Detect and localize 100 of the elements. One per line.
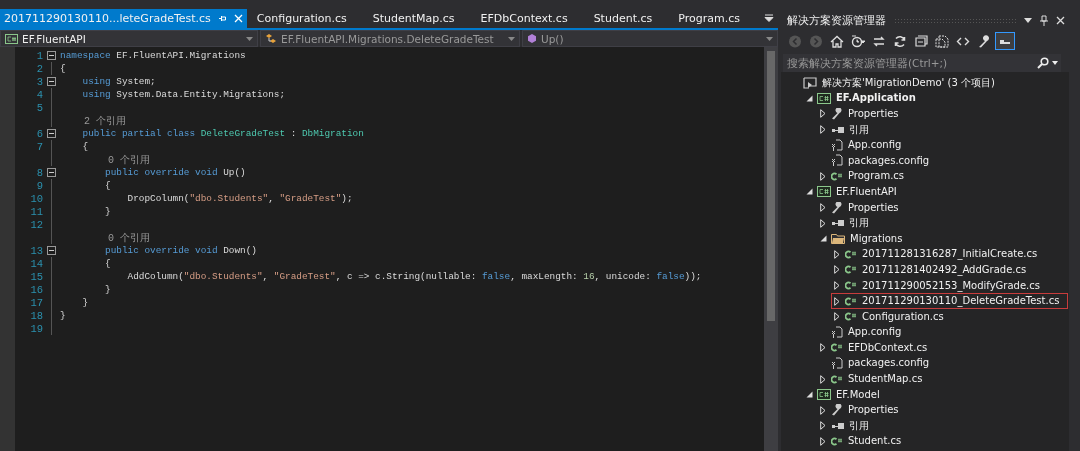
reference-count[interactable]: 0 个引用	[60, 152, 150, 167]
tree-item[interactable]: Configuration.cs	[831, 308, 1068, 325]
tree-item[interactable]: EF.FluentAPI	[803, 184, 1068, 200]
tree-item[interactable]: packages.config	[817, 152, 1068, 169]
close-icon[interactable]	[1056, 15, 1065, 25]
caret-icon	[766, 36, 773, 41]
reference-count[interactable]: 2 个引用	[60, 113, 126, 128]
type-dropdown[interactable]: EF.FluentAPI.Migrations.DeleteGradeTest	[260, 30, 520, 47]
collapse-icon[interactable]	[47, 246, 56, 255]
collapsed-arrow-icon[interactable]	[820, 171, 826, 181]
tree-item[interactable]: Properties	[817, 402, 1068, 419]
tree-item[interactable]: 201711290052153_ModifyGrade.cs	[831, 277, 1068, 294]
pin-icon[interactable]	[1040, 14, 1048, 26]
line-number: 11	[29, 205, 43, 218]
csharp-file-icon	[831, 343, 843, 353]
showall-button[interactable]	[932, 32, 952, 50]
search-field[interactable]: 搜索解决方案资源管理器(Ctrl+;)	[783, 54, 1061, 72]
tree-item[interactable]: packages.config	[817, 355, 1068, 372]
wrench-icon	[831, 201, 843, 214]
line-number: 9	[35, 179, 43, 192]
expanded-arrow-icon[interactable]	[805, 94, 813, 102]
collapsed-arrow-icon[interactable]	[820, 436, 826, 446]
collapsed-arrow-icon[interactable]	[834, 265, 840, 275]
tree-item[interactable]: App.config	[817, 324, 1068, 341]
code-line: }	[104, 284, 111, 295]
file-tab[interactable]: EFDbContext.cs	[476, 9, 590, 28]
dropdown-icon[interactable]	[1024, 17, 1032, 23]
line-number: 17	[29, 296, 43, 309]
tree-item[interactable]: EF.Application	[803, 90, 1068, 107]
tree-item[interactable]: Properties	[817, 199, 1068, 216]
collapse-icon[interactable]	[47, 168, 56, 177]
folder-icon	[831, 233, 845, 245]
line-number: 12	[29, 218, 43, 231]
member-dropdown[interactable]: Up()	[522, 30, 778, 47]
file-tab[interactable]: StudentMap.cs	[368, 9, 477, 28]
collapsed-arrow-icon[interactable]	[820, 405, 826, 415]
caret-icon	[508, 36, 515, 41]
code-line: using System;	[81, 76, 156, 87]
collapse-icon[interactable]	[47, 129, 56, 138]
tree-item[interactable]: Student.cs	[817, 433, 1068, 450]
tree-item[interactable]: Program.cs	[817, 168, 1068, 185]
tree-item[interactable]: 引用	[817, 121, 1068, 138]
collapsed-arrow-icon[interactable]	[820, 421, 826, 431]
collapsed-arrow-icon[interactable]	[834, 296, 840, 306]
collapse-icon	[914, 34, 928, 48]
code-line: public override void Up()	[104, 167, 246, 178]
collapsed-arrow-icon[interactable]	[820, 125, 826, 135]
tree-item[interactable]: StudentMap.cs	[817, 371, 1068, 387]
tree-item[interactable]: EF.Model	[803, 386, 1068, 403]
forward-icon	[809, 34, 823, 48]
csharp-project-icon	[817, 186, 831, 198]
line-number: 10	[29, 192, 43, 205]
tree-item[interactable]: 201711281316287_InitialCreate.cs	[831, 246, 1068, 263]
csharp-project-icon	[5, 33, 18, 44]
tab-list-icon[interactable]	[764, 14, 774, 23]
collapsed-arrow-icon[interactable]	[820, 109, 826, 119]
caret-icon	[246, 36, 253, 41]
dropdown-icon[interactable]	[1052, 61, 1058, 65]
collapsed-arrow-icon[interactable]	[834, 249, 840, 259]
panel-title: 解决方案资源管理器	[787, 12, 886, 28]
expanded-arrow-icon[interactable]	[805, 391, 813, 399]
line-number: 7	[35, 140, 43, 153]
collapse-icon[interactable]	[47, 77, 56, 86]
expanded-arrow-icon[interactable]	[805, 188, 813, 196]
config-file-icon	[831, 357, 843, 370]
tree-item[interactable]: 引用	[817, 215, 1068, 231]
search-icon[interactable]	[1037, 57, 1049, 69]
tree-item[interactable]: 引用	[817, 418, 1068, 434]
expanded-arrow-icon[interactable]	[819, 235, 827, 243]
wrench-icon	[831, 404, 843, 417]
line-number: 8	[35, 166, 43, 179]
file-tab[interactable]: Program.cs	[674, 9, 762, 28]
scrollbar-thumb[interactable]	[767, 51, 775, 321]
solution-icon	[803, 76, 817, 89]
line-number: 14	[29, 257, 43, 270]
reference-count[interactable]: 0 个引用	[60, 230, 150, 245]
collapsed-arrow-icon[interactable]	[820, 343, 826, 353]
tree-item[interactable]: Migrations	[817, 230, 1068, 247]
tree-item[interactable]: 解决方案'MigrationDemo' (3 个项目)	[789, 75, 1068, 91]
tree-item[interactable]: Properties	[817, 106, 1068, 122]
code-line: DropColumn("dbo.Students", "GradeTest");	[126, 193, 353, 204]
tree-item[interactable]: 201711290130110_DeleteGradeTest.cs	[831, 293, 1068, 309]
file-tab[interactable]: Student.cs	[589, 9, 675, 28]
tree-item[interactable]: App.config	[817, 137, 1068, 153]
method-icon	[527, 33, 537, 44]
project-dropdown[interactable]: EF.FluentAPI	[0, 30, 258, 47]
tree-item[interactable]: EFDbContext.cs	[817, 340, 1068, 356]
collapsed-arrow-icon[interactable]	[834, 281, 840, 290]
collapsed-arrow-icon[interactable]	[834, 312, 840, 322]
collapsed-arrow-icon[interactable]	[820, 374, 826, 384]
tree-item[interactable]: 201711281402492_AddGrade.cs	[831, 262, 1068, 278]
code-line: {	[81, 141, 89, 152]
code-line: {	[60, 63, 66, 74]
file-tab[interactable]: Configuration.cs	[252, 9, 369, 28]
collapse-icon[interactable]	[47, 51, 56, 60]
home-icon	[830, 34, 844, 48]
preview-button[interactable]	[995, 32, 1015, 50]
collapsed-arrow-icon[interactable]	[820, 218, 826, 228]
collapsed-arrow-icon[interactable]	[820, 203, 826, 213]
csharp-file-icon	[845, 265, 857, 275]
